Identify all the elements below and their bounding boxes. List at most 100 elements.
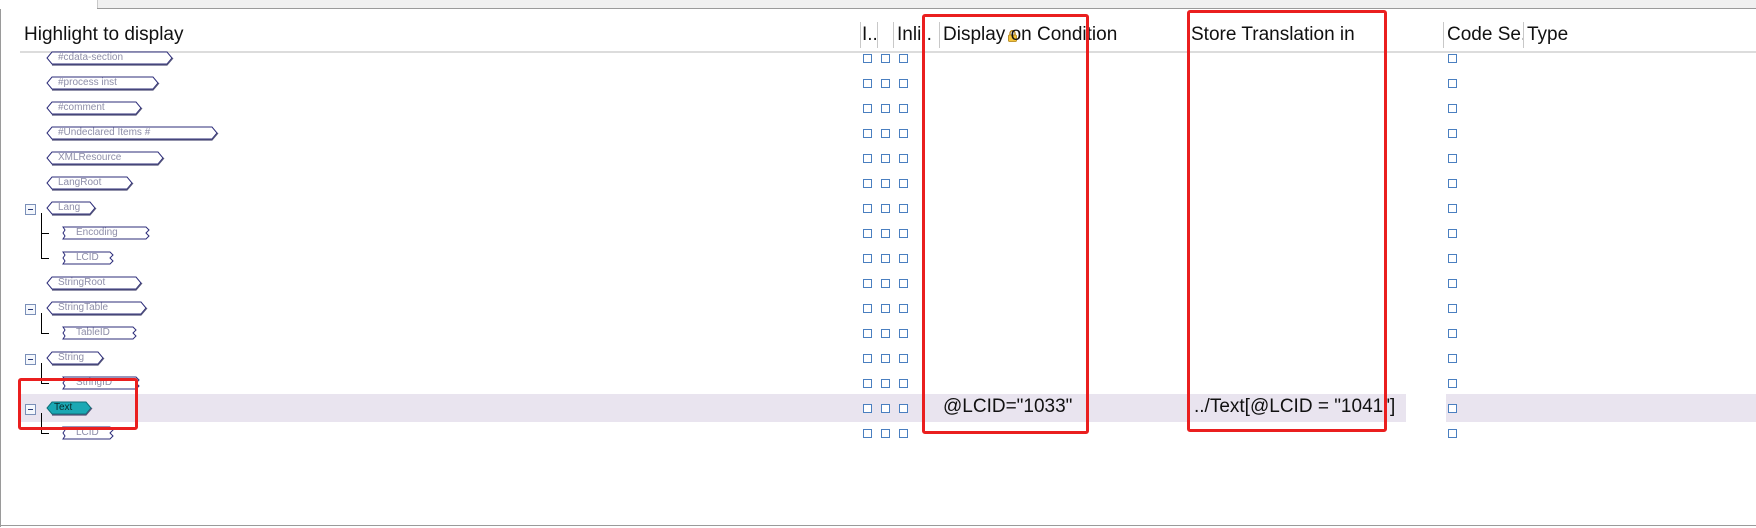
element-tag[interactable]: Lang xyxy=(46,201,97,216)
inline-checkbox[interactable] xyxy=(899,229,908,238)
lock-checkbox[interactable] xyxy=(881,354,890,363)
code-checkbox[interactable] xyxy=(1448,354,1457,363)
element-tag[interactable]: Text xyxy=(46,401,93,416)
inline-checkbox[interactable] xyxy=(899,429,908,438)
lock-checkbox[interactable] xyxy=(881,254,890,263)
lock-checkbox[interactable] xyxy=(881,229,890,238)
inline-checkbox[interactable] xyxy=(899,379,908,388)
tree-row[interactable]: LCID xyxy=(20,233,1756,272)
lock-checkbox[interactable] xyxy=(881,79,890,88)
inline-checkbox[interactable] xyxy=(899,354,908,363)
lock-checkbox[interactable] xyxy=(881,204,890,213)
tree-row[interactable]: TableID xyxy=(20,313,1756,347)
element-tag[interactable]: #comment xyxy=(46,101,143,116)
code-checkbox[interactable] xyxy=(1448,279,1457,288)
store-translation-value[interactable]: ../Text[@LCID = "1041"] xyxy=(1194,394,1395,422)
ignore-checkbox[interactable] xyxy=(863,329,872,338)
element-tag[interactable]: #process inst xyxy=(46,76,160,91)
attribute-tag[interactable]: LCID xyxy=(62,426,114,440)
code-checkbox[interactable] xyxy=(1448,404,1457,413)
ignore-checkbox[interactable] xyxy=(863,179,872,188)
attribute-tag[interactable]: LCID xyxy=(62,251,114,265)
code-checkbox[interactable] xyxy=(1448,154,1457,163)
tree-row[interactable]: Lang xyxy=(20,194,1756,222)
ignore-checkbox[interactable] xyxy=(863,354,872,363)
tree-row[interactable]: #Undeclared Items # xyxy=(20,119,1756,147)
ignore-checkbox[interactable] xyxy=(863,79,872,88)
element-tag[interactable]: LangRoot xyxy=(46,176,134,191)
element-tag[interactable]: XMLResource xyxy=(46,151,165,166)
collapse-icon[interactable] xyxy=(25,304,36,315)
tree-row[interactable]: StringID xyxy=(20,363,1756,397)
inline-checkbox[interactable] xyxy=(899,279,908,288)
code-checkbox[interactable] xyxy=(1448,79,1457,88)
inline-checkbox[interactable] xyxy=(899,129,908,138)
ignore-checkbox[interactable] xyxy=(863,129,872,138)
collapse-icon[interactable] xyxy=(25,204,36,215)
tree-row[interactable]: LangRoot xyxy=(20,169,1756,197)
ignore-checkbox[interactable] xyxy=(863,429,872,438)
code-checkbox[interactable] xyxy=(1448,129,1457,138)
lock-checkbox[interactable] xyxy=(881,329,890,338)
tree-row[interactable]: #comment xyxy=(20,94,1756,122)
inline-checkbox[interactable] xyxy=(899,254,908,263)
lock-checkbox[interactable] xyxy=(881,404,890,413)
tree-row[interactable]: #process inst xyxy=(20,69,1756,97)
ignore-checkbox[interactable] xyxy=(863,379,872,388)
inline-checkbox[interactable] xyxy=(899,304,908,313)
tree-row[interactable]: Encoding xyxy=(20,213,1756,247)
code-checkbox[interactable] xyxy=(1448,304,1457,313)
ignore-checkbox[interactable] xyxy=(863,204,872,213)
inline-checkbox[interactable] xyxy=(899,79,908,88)
tree-row[interactable]: #cdata-section xyxy=(20,44,1756,72)
tree-row-selected[interactable]: Text @LCID="1033" ../Text[@LCID = "1041"] xyxy=(20,394,1756,422)
ignore-checkbox[interactable] xyxy=(863,279,872,288)
attribute-tag[interactable]: TableID xyxy=(62,326,137,340)
element-tag[interactable]: StringRoot xyxy=(46,276,143,291)
ignore-checkbox[interactable] xyxy=(863,254,872,263)
code-checkbox[interactable] xyxy=(1448,104,1457,113)
attribute-tag[interactable]: StringID xyxy=(62,376,140,390)
ignore-checkbox[interactable] xyxy=(863,54,872,63)
element-tag[interactable]: #Undeclared Items # xyxy=(46,126,219,141)
code-checkbox[interactable] xyxy=(1448,54,1457,63)
collapse-icon[interactable] xyxy=(25,404,36,415)
inline-checkbox[interactable] xyxy=(899,329,908,338)
lock-checkbox[interactable] xyxy=(881,104,890,113)
ignore-checkbox[interactable] xyxy=(863,229,872,238)
code-checkbox[interactable] xyxy=(1448,379,1457,388)
inline-checkbox[interactable] xyxy=(899,154,908,163)
code-checkbox[interactable] xyxy=(1448,204,1457,213)
inline-checkbox[interactable] xyxy=(899,404,908,413)
lock-checkbox[interactable] xyxy=(881,154,890,163)
ignore-checkbox[interactable] xyxy=(863,154,872,163)
inline-checkbox[interactable] xyxy=(899,54,908,63)
ignore-checkbox[interactable] xyxy=(863,104,872,113)
element-tag[interactable]: #cdata-section xyxy=(46,51,174,66)
ignore-checkbox[interactable] xyxy=(863,404,872,413)
code-checkbox[interactable] xyxy=(1448,229,1457,238)
collapse-icon[interactable] xyxy=(25,354,36,365)
element-tag[interactable]: StringTable xyxy=(46,301,148,316)
element-tag[interactable]: String xyxy=(46,351,105,366)
attribute-tag[interactable]: Encoding xyxy=(62,226,150,240)
lock-checkbox[interactable] xyxy=(881,129,890,138)
lock-checkbox[interactable] xyxy=(881,54,890,63)
tree-row[interactable]: LCID xyxy=(20,413,1756,447)
display-condition-value[interactable]: @LCID="1033" xyxy=(943,394,1072,422)
code-checkbox[interactable] xyxy=(1448,429,1457,438)
lock-checkbox[interactable] xyxy=(881,379,890,388)
code-checkbox[interactable] xyxy=(1448,329,1457,338)
code-checkbox[interactable] xyxy=(1448,179,1457,188)
tree-row[interactable]: StringRoot xyxy=(20,269,1756,297)
inline-checkbox[interactable] xyxy=(899,179,908,188)
ignore-checkbox[interactable] xyxy=(863,304,872,313)
inline-checkbox[interactable] xyxy=(899,204,908,213)
lock-checkbox[interactable] xyxy=(881,429,890,438)
code-checkbox[interactable] xyxy=(1448,254,1457,263)
tree-row[interactable]: String xyxy=(20,344,1756,372)
tree-row[interactable]: XMLResource xyxy=(20,144,1756,172)
lock-checkbox[interactable] xyxy=(881,304,890,313)
top-tab[interactable] xyxy=(0,0,98,9)
inline-checkbox[interactable] xyxy=(899,104,908,113)
